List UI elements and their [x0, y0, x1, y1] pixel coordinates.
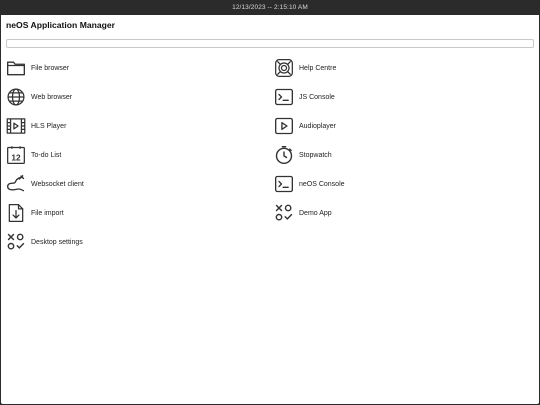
app-stopwatch[interactable]: Stopwatch — [274, 145, 345, 165]
app-file-import[interactable]: File import — [6, 203, 84, 223]
app-label: Websocket client — [31, 180, 84, 188]
app-label: Audioplayer — [299, 122, 336, 130]
app-label: File browser — [31, 64, 70, 72]
app-web-browser[interactable]: Web browser — [6, 87, 84, 107]
app-label: Desktop settings — [31, 238, 83, 246]
help-ring-icon — [274, 58, 294, 78]
app-neos-console[interactable]: neOS Console — [274, 174, 345, 194]
window-title: neOS Application Manager — [6, 20, 116, 30]
app-audioplayer[interactable]: Audioplayer — [274, 116, 345, 136]
tic-tac-toe-icon — [274, 203, 294, 223]
app-js-console[interactable]: JS Console — [274, 87, 345, 107]
apps-right-column: Help Centre JS Console Audioplayer Stopw… — [274, 58, 345, 232]
svg-text:12: 12 — [11, 152, 21, 162]
calendar-icon: 12 — [6, 145, 26, 165]
app-label: To-do List — [31, 151, 62, 159]
app-manager-window: neOS Application Manager File browser We… — [1, 15, 539, 404]
tic-tac-toe-icon — [6, 232, 26, 252]
app-desktop-settings[interactable]: Desktop settings — [6, 232, 84, 252]
app-label: Stopwatch — [299, 151, 332, 159]
app-label: neOS Console — [299, 180, 345, 188]
app-websocket-client[interactable]: Websocket client — [6, 174, 84, 194]
apps-left-column: File browser Web browser HLS Player 12 T… — [6, 58, 84, 261]
app-demo-app[interactable]: Demo App — [274, 203, 345, 223]
play-icon — [274, 116, 294, 136]
app-todo-list[interactable]: 12 To-do List — [6, 145, 84, 165]
terminal-icon — [274, 87, 294, 107]
app-hls-player[interactable]: HLS Player — [6, 116, 84, 136]
app-label: HLS Player — [31, 122, 67, 130]
top-status-bar: 12/13/2023 -- 2:15:10 AM — [0, 0, 540, 15]
stopwatch-icon — [274, 145, 294, 165]
file-import-icon — [6, 203, 26, 223]
app-help-centre[interactable]: Help Centre — [274, 58, 345, 78]
app-label: Web browser — [31, 93, 73, 101]
app-label: File import — [31, 209, 64, 217]
terminal-icon — [274, 174, 294, 194]
cable-icon — [6, 174, 26, 194]
app-label: Demo App — [299, 209, 332, 217]
folder-icon — [6, 58, 26, 78]
globe-icon — [6, 87, 26, 107]
search-input[interactable] — [6, 39, 534, 48]
app-label: JS Console — [299, 93, 335, 101]
app-label: Help Centre — [299, 64, 337, 72]
datetime-label: 12/13/2023 -- 2:15:10 AM — [232, 4, 308, 11]
film-play-icon — [6, 116, 26, 136]
app-file-browser[interactable]: File browser — [6, 58, 84, 78]
